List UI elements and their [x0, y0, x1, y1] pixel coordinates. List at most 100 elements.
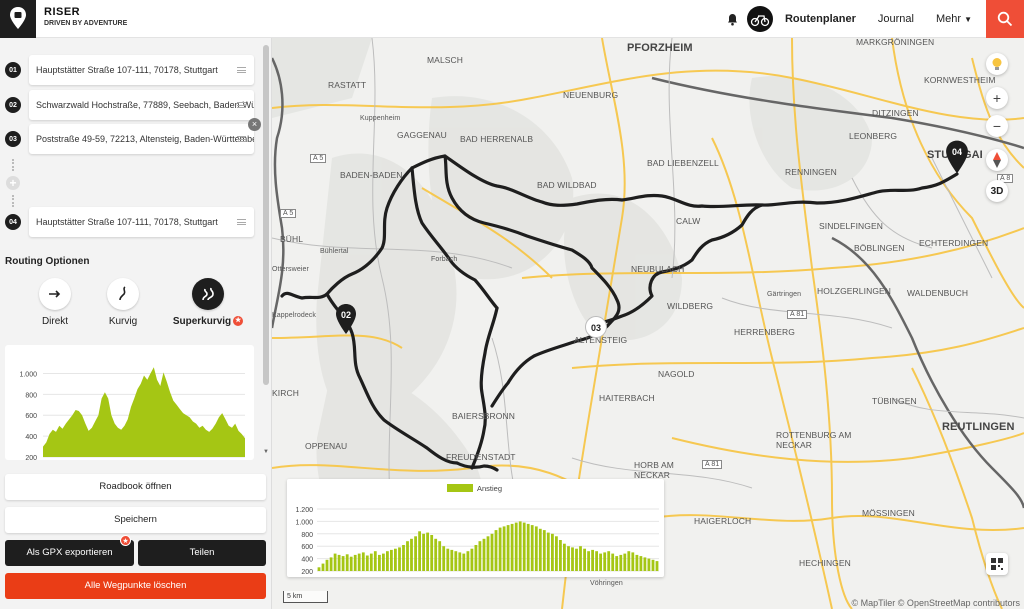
- highway-shield: A 81: [702, 460, 723, 469]
- arrow-right-icon: [39, 278, 71, 310]
- waypoint-input-3[interactable]: Poststraße 49-59, 72213, Altensteig, Bad…: [29, 124, 254, 154]
- nav-routeplanner[interactable]: Routenplaner: [785, 13, 856, 25]
- compass-icon[interactable]: [986, 149, 1008, 171]
- ascent-bar: [442, 546, 446, 571]
- drag-handle-icon[interactable]: [237, 102, 246, 108]
- nav-right: Routenplaner Journal Mehr ▼: [723, 0, 1024, 38]
- drag-handle-icon[interactable]: [237, 136, 246, 142]
- scroll-down-icon[interactable]: ▼: [263, 449, 269, 455]
- 3d-toggle-button[interactable]: 3D: [986, 180, 1008, 202]
- drag-handle-icon[interactable]: [237, 67, 246, 73]
- map-attribution[interactable]: © MapTiler © OpenStreetMap contributors: [852, 598, 1021, 608]
- avatar[interactable]: [746, 6, 773, 32]
- ascent-bar: [498, 527, 502, 571]
- qr-code-icon[interactable]: [986, 553, 1008, 575]
- map-label-town: ROTTENBURG AM NECKAR: [776, 430, 852, 450]
- ascent-bar: [470, 548, 474, 571]
- ascent-bar: [402, 545, 405, 571]
- ascent-bar: [530, 525, 534, 571]
- ascent-bar: [603, 552, 607, 571]
- y-tick-label: 600: [25, 413, 37, 420]
- waypoint-number: 04: [5, 214, 21, 230]
- zoom-in-button[interactable]: +: [986, 87, 1008, 109]
- zoom-out-button[interactable]: −: [986, 115, 1008, 137]
- ascent-bar: [510, 523, 514, 571]
- waypoint-number: 01: [5, 62, 21, 78]
- waypoint-marker-03[interactable]: 03: [585, 316, 607, 338]
- sidebar-scrollbar[interactable]: ▼: [262, 45, 270, 455]
- map-label-village: Ottersweier: [272, 266, 309, 273]
- routing-option-direct[interactable]: Direkt: [24, 278, 86, 327]
- y-tick-label: 200: [25, 455, 37, 460]
- drag-handle-icon[interactable]: [237, 219, 246, 225]
- ascent-bar: [337, 554, 341, 571]
- map-label-town: HORB AM NECKAR: [634, 460, 674, 480]
- ascent-bar: [317, 567, 321, 571]
- ascent-bar: [615, 556, 619, 571]
- delete-all-waypoints-button[interactable]: Alle Wegpunkte löschen: [5, 573, 266, 599]
- routing-option-curvy[interactable]: Kurvig: [92, 278, 154, 327]
- brand: RISER DRIVEN BY ADVENTURE: [44, 6, 127, 27]
- nav-more-label: Mehr: [935, 13, 962, 25]
- waypoint-row-2: 02 Schwarzwald Hochstraße, 77889, Seebac…: [0, 90, 262, 120]
- map-label-town: WILDBERG: [667, 301, 714, 311]
- map-label-town: FREUDENSTADT: [446, 452, 516, 462]
- nav-more[interactable]: Mehr ▼: [936, 13, 972, 25]
- map-label-town: NEUENBURG: [563, 90, 619, 100]
- map-label-town: GAGGENAU: [397, 130, 447, 140]
- ascent-bar: [333, 553, 337, 571]
- elevation-chart-svg: 1.000 800 600 400 200: [19, 367, 245, 462]
- waypoint-input-4[interactable]: Hauptstätter Straße 107-111, 70178, Stut…: [29, 207, 254, 237]
- gpx-export-label: Als GPX exportieren: [26, 547, 113, 558]
- ascent-bar: [325, 559, 329, 571]
- map-label-town: BADEN-BADEN: [340, 170, 403, 180]
- ascent-bar: [398, 547, 401, 571]
- map-label-town: KORNWESTHEIM: [924, 75, 996, 85]
- map-label-town: RENNINGEN: [785, 167, 837, 177]
- brand-tagline: DRIVEN BY ADVENTURE: [44, 20, 128, 27]
- ascent-chart-svg: 1.200 1.000 800 600 400 200 Anstieg: [295, 484, 659, 576]
- riser-logo[interactable]: [0, 0, 36, 38]
- waypoint-marker-04[interactable]: 04: [945, 139, 969, 180]
- roadbook-button[interactable]: Roadbook öffnen: [5, 474, 266, 500]
- ascent-bar: [567, 546, 570, 571]
- map-label-village: Bühlertal: [320, 248, 349, 255]
- y-tick-label: 400: [25, 434, 37, 441]
- ascent-bar: [514, 522, 518, 571]
- share-button[interactable]: Teilen: [138, 540, 266, 566]
- connector-dots: [12, 159, 14, 171]
- map-label-town: NAGOLD: [658, 369, 695, 379]
- waypoint-marker-02[interactable]: 02: [335, 303, 357, 340]
- y-tick-label: 800: [25, 392, 37, 399]
- waypoint-input-2[interactable]: Schwarzwald Hochstraße, 77889, Seebach, …: [29, 90, 254, 120]
- map-label-town: HECHINGEN: [799, 558, 851, 568]
- ascent-bar: [506, 525, 510, 571]
- y-tick-label: 1.000: [19, 371, 37, 378]
- ascent-bar: [631, 552, 635, 571]
- gpx-export-button[interactable]: Als GPX exportieren ★: [5, 535, 134, 566]
- light-bulb-icon[interactable]: [986, 53, 1008, 75]
- nav-journal[interactable]: Journal: [878, 13, 914, 25]
- map-label-town: HERRENBERG: [734, 327, 795, 337]
- remove-waypoint-icon[interactable]: ×: [248, 118, 261, 131]
- ascent-bar: [373, 551, 377, 571]
- ascent-bar: [365, 555, 369, 571]
- ascent-bar: [454, 551, 458, 571]
- add-waypoint-icon[interactable]: +: [6, 176, 20, 190]
- waypoint-input-1[interactable]: Hauptstätter Straße 107-111, 70178, Stut…: [29, 55, 254, 85]
- ascent-bar: [345, 554, 349, 571]
- save-button[interactable]: Speichern: [5, 507, 266, 533]
- bell-icon[interactable]: [723, 0, 743, 38]
- ascent-bar: [462, 553, 466, 571]
- curvy-road-icon: [107, 278, 139, 310]
- y-tick-label: 400: [301, 557, 313, 564]
- ascent-bar: [563, 543, 566, 571]
- routing-option-supercurvy[interactable]: Superkurvig ★: [172, 278, 244, 327]
- routing-option-label: Direkt: [41, 316, 69, 327]
- scrollbar-thumb[interactable]: [263, 45, 269, 385]
- search-button[interactable]: [986, 0, 1024, 38]
- sidebar: 01 Hauptstätter Straße 107-111, 70178, S…: [0, 38, 272, 609]
- y-tick-label: 1.200: [295, 507, 313, 514]
- ascent-bar: [434, 538, 438, 571]
- ascent-bar: [490, 533, 494, 571]
